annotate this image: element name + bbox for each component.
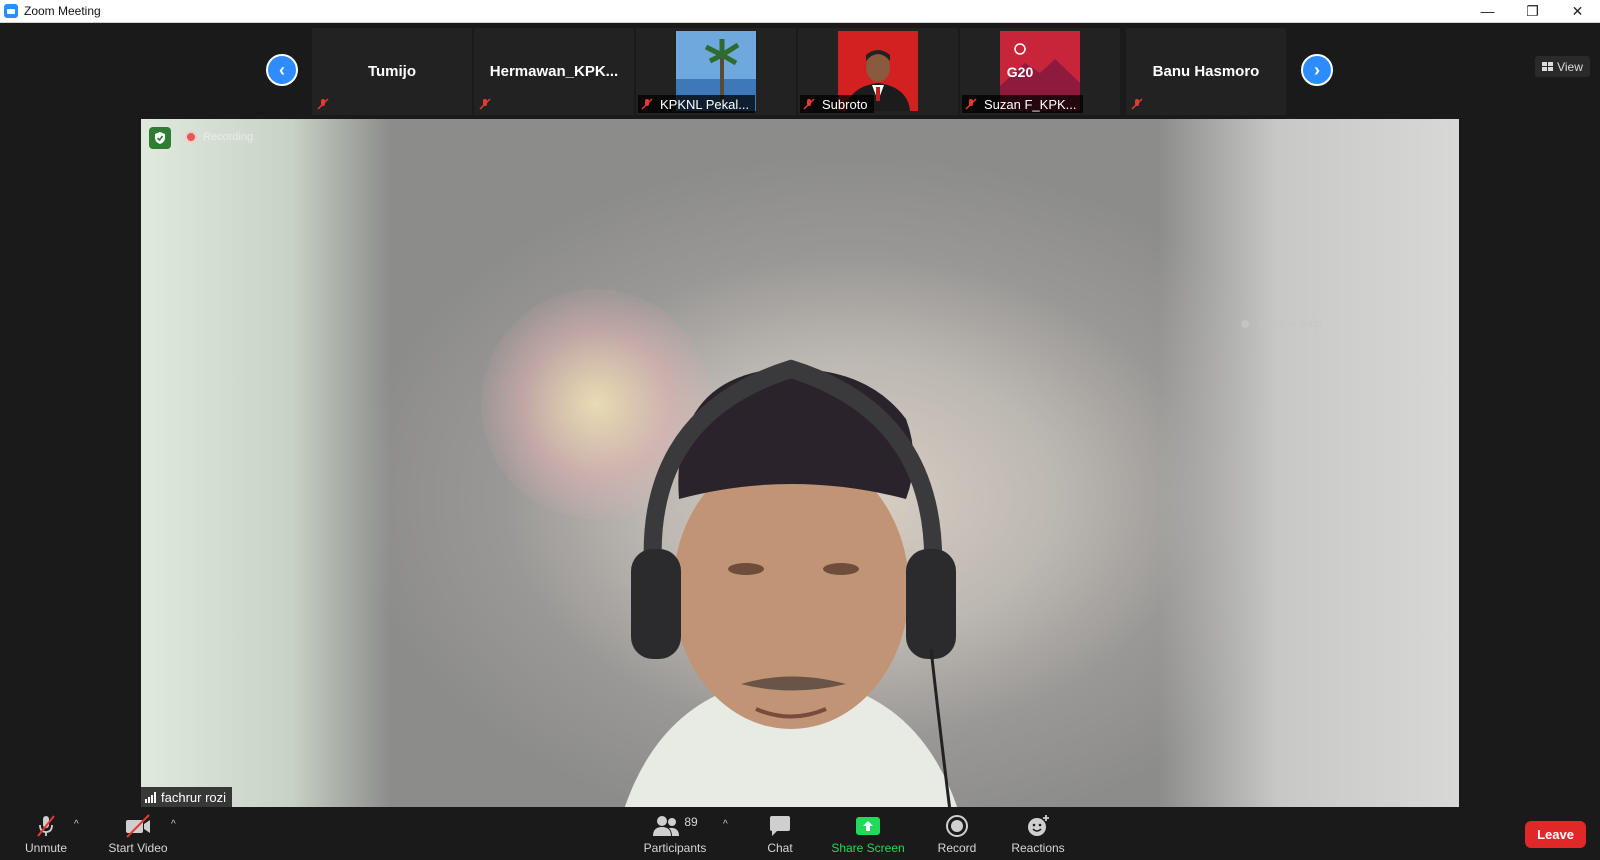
snip-dot-icon bbox=[1241, 320, 1249, 328]
participant-label: Suzan F_KPK... bbox=[962, 95, 1083, 113]
share-screen-button[interactable]: Share Screen bbox=[831, 813, 905, 855]
meeting-toolbar: Unmute ^ Start Video ^ 89 Participants ^… bbox=[0, 807, 1600, 860]
participant-tile[interactable]: Hermawan_KPK... bbox=[474, 28, 634, 115]
share-screen-icon bbox=[856, 817, 880, 835]
view-label: View bbox=[1557, 59, 1583, 74]
view-button[interactable]: View bbox=[1535, 56, 1590, 77]
mic-off-icon bbox=[37, 815, 55, 837]
window-title: Zoom Meeting bbox=[24, 4, 101, 18]
mic-muted-icon bbox=[1131, 98, 1143, 110]
participant-tile[interactable]: Banu Hasmoro bbox=[1126, 28, 1286, 115]
video-options-caret-icon[interactable]: ^ bbox=[171, 819, 176, 830]
window-controls: — ❐ ✕ bbox=[1465, 0, 1600, 22]
participant-label: Subroto bbox=[800, 95, 874, 113]
audio-options-caret-icon[interactable]: ^ bbox=[74, 819, 79, 830]
participants-options-caret-icon[interactable]: ^ bbox=[723, 819, 728, 830]
participant-tile[interactable]: Tumijo bbox=[312, 28, 472, 115]
previous-page-button[interactable]: ‹ bbox=[266, 54, 298, 86]
mic-muted-icon bbox=[803, 98, 815, 110]
svg-text:G20: G20 bbox=[1007, 64, 1034, 80]
video-background-left bbox=[141, 119, 391, 807]
video-off-icon bbox=[126, 814, 150, 838]
signal-strength-icon bbox=[145, 791, 156, 803]
title-bar: Zoom Meeting — ❐ ✕ bbox=[0, 0, 1600, 23]
restore-button[interactable]: ❐ bbox=[1510, 0, 1555, 22]
participant-name: Tumijo bbox=[367, 63, 417, 80]
window-snip-overlay: Window Snip bbox=[1241, 315, 1411, 333]
participants-button[interactable]: 89 Participants bbox=[642, 813, 708, 855]
gallery-strip: ‹ Tumijo Hermawan_KPK... KPKNL Pekal... bbox=[0, 23, 1600, 119]
window-snip-label: Window Snip bbox=[1257, 318, 1322, 330]
participants-label: Participants bbox=[643, 841, 707, 855]
recording-label: Recording bbox=[203, 131, 254, 143]
reactions-label: Reactions bbox=[1011, 841, 1065, 855]
grid-icon bbox=[1542, 61, 1554, 71]
participant-tile[interactable]: Subroto bbox=[798, 28, 958, 115]
mic-muted-icon bbox=[479, 98, 491, 110]
chat-button[interactable]: Chat bbox=[764, 813, 796, 855]
mic-muted-icon bbox=[965, 98, 977, 110]
zoom-icon bbox=[4, 4, 18, 18]
share-screen-label: Share Screen bbox=[831, 841, 905, 855]
unmute-label: Unmute bbox=[24, 841, 68, 855]
speaker-person-image bbox=[624, 359, 958, 807]
minimize-button[interactable]: — bbox=[1465, 0, 1510, 22]
mic-muted-icon bbox=[641, 98, 653, 110]
mic-muted-icon bbox=[317, 98, 329, 110]
participant-tile[interactable]: KPKNL Pekal... bbox=[636, 28, 796, 115]
reactions-button[interactable]: Reactions bbox=[1010, 813, 1066, 855]
security-shield-icon[interactable] bbox=[149, 127, 171, 149]
participant-name: Subroto bbox=[822, 96, 868, 112]
start-video-label: Start Video bbox=[108, 841, 168, 855]
record-icon bbox=[946, 815, 968, 837]
record-label: Record bbox=[937, 841, 977, 855]
next-page-button[interactable]: › bbox=[1301, 54, 1333, 86]
reactions-icon bbox=[1028, 815, 1049, 836]
chat-icon bbox=[770, 816, 790, 836]
participants-icon bbox=[653, 816, 680, 836]
speaker-name-label: fachrur rozi bbox=[141, 787, 233, 807]
participant-name: Suzan F_KPK... bbox=[984, 96, 1077, 112]
participant-name: KPKNL Pekal... bbox=[660, 96, 750, 112]
start-video-button[interactable]: Start Video bbox=[106, 813, 170, 855]
participant-label: KPKNL Pekal... bbox=[638, 95, 756, 113]
participant-tile[interactable]: G20 Suzan F_KPK... bbox=[960, 28, 1120, 115]
participant-name: Hermawan_KPK... bbox=[489, 63, 619, 80]
recording-dot-icon bbox=[185, 131, 197, 143]
recording-indicator: Recording bbox=[185, 131, 253, 143]
unmute-button[interactable]: Unmute bbox=[22, 813, 70, 855]
active-speaker-video: Recording Window Snip fachrur rozi bbox=[141, 119, 1459, 807]
chat-label: Chat bbox=[767, 841, 793, 855]
speaker-name: fachrur rozi bbox=[161, 789, 227, 805]
leave-button[interactable]: Leave bbox=[1525, 821, 1586, 848]
close-button[interactable]: ✕ bbox=[1555, 0, 1600, 22]
participant-name: Banu Hasmoro bbox=[1152, 63, 1260, 80]
record-button[interactable]: Record bbox=[938, 813, 976, 855]
video-background-right bbox=[1159, 119, 1459, 807]
participants-count: 89 bbox=[684, 815, 698, 829]
